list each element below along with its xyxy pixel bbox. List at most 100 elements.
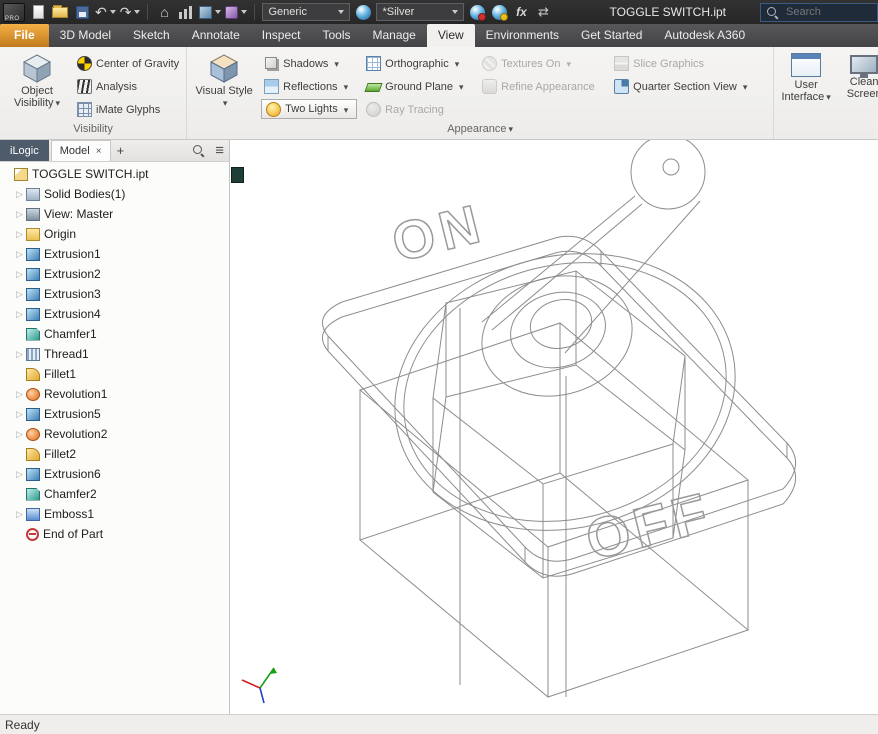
expand-arrow-icon[interactable]: [14, 349, 25, 360]
ribbon-tab[interactable]: Tools: [311, 24, 361, 47]
new-appearance-button[interactable]: [490, 2, 508, 22]
user-interface-button[interactable]: User Interface: [780, 50, 832, 122]
material-select[interactable]: Generic: [262, 3, 351, 21]
search-input[interactable]: [784, 5, 864, 19]
object-visibility-button[interactable]: Object Visibility: [6, 50, 68, 122]
tree-item[interactable]: Extrusion6: [0, 464, 229, 484]
tree-item[interactable]: Extrusion3: [0, 284, 229, 304]
tree-item[interactable]: End of Part: [0, 524, 229, 544]
feature-label: Extrusion6: [44, 467, 101, 481]
redo-button[interactable]: ↷: [120, 2, 141, 22]
exchange-button[interactable]: [534, 2, 552, 22]
visual-style-label: Visual Style: [195, 85, 253, 97]
ribbon-tab[interactable]: Sketch: [122, 24, 181, 47]
feature-label: Solid Bodies(1): [44, 187, 126, 201]
tree-item[interactable]: Revolution1: [0, 384, 229, 404]
model-browser-panel: iLogic Model × + TOGGLE SWITCH.ipt: [0, 140, 230, 714]
tree-item[interactable]: Extrusion1: [0, 244, 229, 264]
tree-item[interactable]: View: Master: [0, 204, 229, 224]
material-select-value: Generic: [268, 6, 307, 18]
expand-arrow-icon[interactable]: [14, 509, 25, 520]
browser-menu-icon[interactable]: [210, 140, 229, 161]
tree-item[interactable]: Extrusion2: [0, 264, 229, 284]
tree-item[interactable]: Fillet1: [0, 364, 229, 384]
ribbon-tab-label: Manage: [372, 28, 416, 42]
home-view-button[interactable]: [155, 2, 173, 22]
tree-item[interactable]: Extrusion5: [0, 404, 229, 424]
tree-item[interactable]: Emboss1: [0, 504, 229, 524]
appearance-panel-label[interactable]: Appearance: [187, 122, 773, 139]
expand-arrow-icon[interactable]: [14, 389, 25, 400]
visibility-panel-label[interactable]: Visibility: [0, 122, 186, 139]
new-file-button[interactable]: [29, 2, 47, 22]
appearance-select[interactable]: *Silver: [376, 3, 465, 21]
browser-search-button[interactable]: [187, 140, 210, 161]
material-browser-button[interactable]: [199, 2, 222, 22]
appearance-browser-button[interactable]: [225, 2, 248, 22]
search-box[interactable]: [760, 2, 878, 22]
tree-item[interactable]: Chamfer1: [0, 324, 229, 344]
tab-ilogic[interactable]: iLogic: [0, 140, 49, 161]
expand-arrow-icon[interactable]: [14, 249, 25, 260]
feature-label: TOGGLE SWITCH.ipt: [32, 167, 149, 181]
ribbon-tab[interactable]: View: [426, 24, 475, 47]
feature-icon: [26, 427, 40, 441]
analysis-button[interactable]: Analysis: [74, 75, 182, 98]
tree-item[interactable]: Fillet2: [0, 444, 229, 464]
expand-arrow-icon[interactable]: [14, 309, 25, 320]
tree-item[interactable]: TOGGLE SWITCH.ipt: [0, 164, 229, 184]
undo-button[interactable]: ↶: [95, 2, 116, 22]
tree-item[interactable]: Revolution2: [0, 424, 229, 444]
feature-label: Origin: [44, 227, 77, 241]
inventor-logo-icon[interactable]: PRO: [3, 2, 25, 22]
center-of-gravity-button[interactable]: Center of Gravity: [74, 52, 182, 75]
tree-item[interactable]: Chamfer2: [0, 484, 229, 504]
adjust-appearance-button[interactable]: [468, 2, 486, 22]
lighting-style-select[interactable]: Two Lights: [261, 99, 358, 119]
parameters-button[interactable]: fx: [512, 2, 530, 22]
expand-arrow-icon[interactable]: [14, 429, 25, 440]
clean-screen-button[interactable]: Clean Screen: [838, 50, 878, 122]
chevron-down-icon: [824, 91, 831, 103]
textures-on-button: Textures On: [479, 52, 605, 75]
expand-arrow-icon[interactable]: [14, 189, 25, 200]
ribbon-tab[interactable]: Inspect: [251, 24, 312, 47]
search-icon: [766, 6, 779, 19]
expand-arrow-icon[interactable]: [14, 409, 25, 420]
ribbon-tab[interactable]: Environments: [475, 24, 570, 47]
ground-plane-button[interactable]: Ground Plane: [363, 75, 473, 98]
divider: [254, 4, 256, 20]
imate-glyphs-label: iMate Glyphs: [96, 103, 161, 116]
ribbon-tab[interactable]: Autodesk A360: [653, 24, 756, 47]
tree-item[interactable]: Solid Bodies(1): [0, 184, 229, 204]
shadows-button[interactable]: Shadows: [261, 52, 357, 75]
tab-model[interactable]: Model ×: [50, 140, 111, 161]
expand-arrow-icon[interactable]: [14, 229, 25, 240]
quarter-section-view-button[interactable]: Quarter Section View: [611, 75, 769, 98]
ribbon-tab[interactable]: 3D Model: [49, 24, 122, 47]
tree-item[interactable]: Origin: [0, 224, 229, 244]
tree-item[interactable]: Thread1: [0, 344, 229, 364]
material-sphere-button[interactable]: [354, 2, 372, 22]
orthographic-button[interactable]: Orthographic: [363, 52, 473, 75]
add-tab-button[interactable]: +: [111, 140, 131, 161]
expand-arrow-icon[interactable]: [14, 269, 25, 280]
tree-item[interactable]: Extrusion4: [0, 304, 229, 324]
save-button[interactable]: [73, 2, 91, 22]
expand-arrow-icon[interactable]: [14, 469, 25, 480]
ribbon-tab[interactable]: Manage: [361, 24, 426, 47]
close-icon[interactable]: ×: [96, 146, 102, 157]
expand-arrow-icon[interactable]: [14, 289, 25, 300]
ribbon-tab[interactable]: File: [0, 24, 49, 47]
ribbon-tab[interactable]: Get Started: [570, 24, 653, 47]
reflections-button[interactable]: Reflections: [261, 75, 357, 98]
open-button[interactable]: [51, 2, 69, 22]
expand-arrow-icon[interactable]: [14, 209, 25, 220]
ribbon-tab[interactable]: Annotate: [181, 24, 251, 47]
visual-style-button[interactable]: Visual Style: [193, 50, 255, 122]
pro-badge: PRO: [5, 15, 20, 22]
graphics-viewport[interactable]: ON OFF: [230, 140, 878, 714]
slice-graphics-button: Slice Graphics: [611, 52, 769, 75]
imate-glyphs-button[interactable]: iMate Glyphs: [74, 98, 182, 121]
iproperties-button[interactable]: [177, 2, 195, 22]
